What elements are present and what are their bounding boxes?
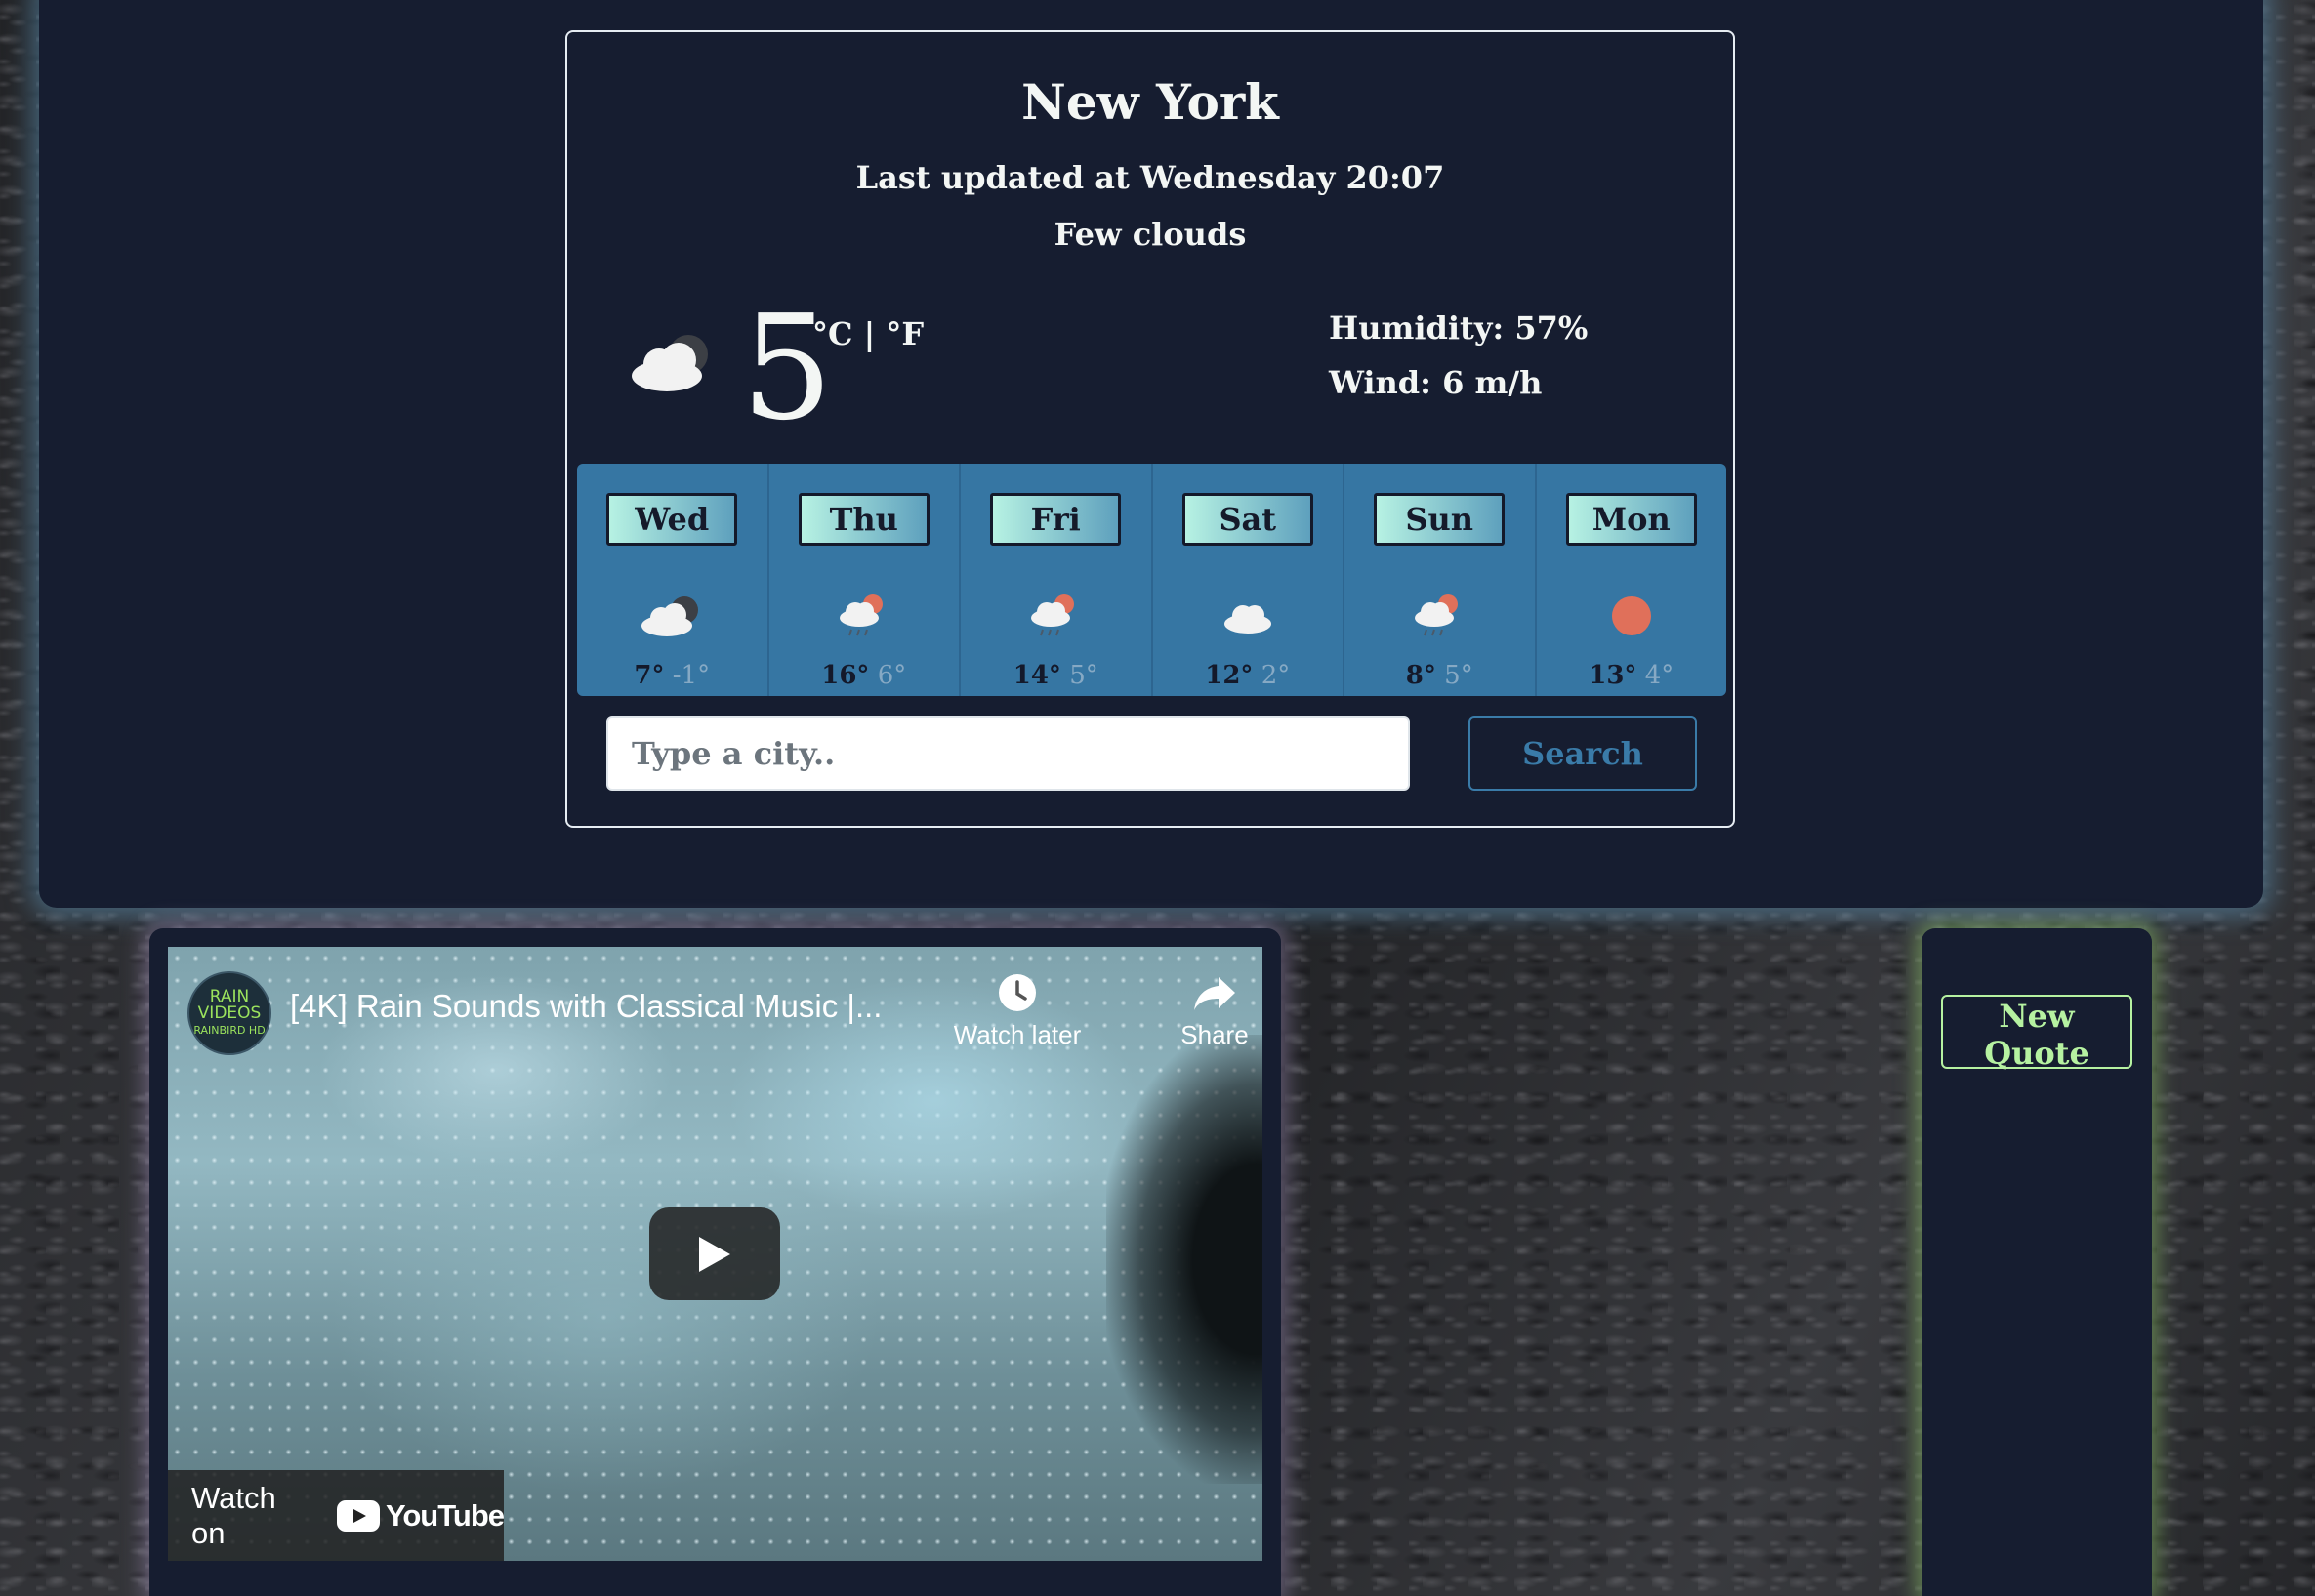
new-quote-button[interactable]: New Quote xyxy=(1941,995,2132,1072)
channel-logo-text: VIDEOS xyxy=(197,1003,262,1023)
cloud-icon xyxy=(1223,605,1271,634)
forecast-max: 12° xyxy=(1205,661,1254,690)
channel-logo-text: RAIN xyxy=(209,986,250,1006)
rain-sun-icon xyxy=(1031,594,1075,636)
forecast-day: Sat 12° 2° xyxy=(1153,464,1344,696)
forecast-temps: 8° 5° xyxy=(1344,661,1535,690)
forecast-day: Thu 16° 6° xyxy=(769,464,961,696)
quote-panel: New Quote xyxy=(1922,928,2152,1596)
forecast-day: Wed 7° -1° xyxy=(577,464,769,696)
forecast-max: 14° xyxy=(1013,661,1061,690)
play-button[interactable] xyxy=(649,1207,780,1300)
humidity: Humidity: 57% xyxy=(1329,309,1589,347)
unit-toggle[interactable]: °C | °F xyxy=(812,315,924,352)
forecast-day-label: Sat xyxy=(1181,493,1313,546)
youtube-play-icon xyxy=(337,1499,380,1532)
forecast-temps: 12° 2° xyxy=(1153,661,1344,690)
forecast-max: 16° xyxy=(821,661,870,690)
channel-logo[interactable]: RAIN VIDEOS RAINBIRD HD xyxy=(187,971,271,1055)
wind: Wind: 6 m/h xyxy=(1329,364,1543,401)
video-frame: RAIN VIDEOS RAINBIRD HD [4K] Rain Sounds… xyxy=(149,928,1281,1596)
rain-sun-icon xyxy=(839,594,883,636)
few-clouds-night-icon xyxy=(632,335,708,391)
forecast-day-label: Fri xyxy=(990,493,1122,546)
forecast-temps: 14° 5° xyxy=(961,661,1151,690)
share-label: Share xyxy=(1180,1020,1249,1049)
city-name: New York xyxy=(1021,73,1279,131)
search-button[interactable]: Search xyxy=(1468,716,1697,791)
youtube-logo: YouTube xyxy=(337,1497,505,1534)
youtube-wordmark: YouTube xyxy=(386,1497,505,1533)
forecast-day: Fri 14° 5° xyxy=(961,464,1153,696)
weather-description: Few clouds xyxy=(1054,216,1247,253)
few-clouds-night-icon xyxy=(641,596,699,636)
last-updated: Last updated at Wednesday 20:07 xyxy=(855,159,1445,196)
forecast-max: 8° xyxy=(1405,661,1436,690)
clock-icon xyxy=(999,974,1036,1011)
forecast-max: 13° xyxy=(1589,661,1637,690)
forecast-min: 6° xyxy=(877,661,907,690)
forecast-min: -1° xyxy=(672,661,711,690)
forecast-temps: 7° -1° xyxy=(577,661,767,690)
forecast-min: 4° xyxy=(1644,661,1674,690)
forecast-strip: Wed 7° -1° Thu 16° 6° Fri 14° 5° Sat 12°… xyxy=(577,464,1726,696)
channel-logo-text: RAINBIRD HD xyxy=(193,1023,266,1037)
forecast-day-label: Mon xyxy=(1565,493,1697,546)
youtube-video-embed[interactable]: RAIN VIDEOS RAINBIRD HD [4K] Rain Sounds… xyxy=(168,947,1262,1561)
forecast-min: 2° xyxy=(1261,661,1291,690)
forecast-day-label: Thu xyxy=(798,493,930,546)
share-icon xyxy=(1194,977,1235,1010)
forecast-temps: 16° 6° xyxy=(769,661,960,690)
city-search-input[interactable] xyxy=(606,716,1410,791)
rain-sun-icon xyxy=(1415,594,1459,636)
play-icon xyxy=(699,1236,730,1272)
share-button[interactable]: Share xyxy=(1171,971,1259,1050)
video-title[interactable]: [4K] Rain Sounds with Classical Music |.… xyxy=(290,988,882,1025)
forecast-min: 5° xyxy=(1069,661,1098,690)
forecast-day-label: Wed xyxy=(606,493,738,546)
forecast-temps: 13° 4° xyxy=(1537,661,1727,690)
watch-later-button[interactable]: Watch later xyxy=(944,971,1091,1050)
forecast-day: Mon 13° 4° xyxy=(1537,464,1727,696)
watch-on-youtube-link[interactable]: Watch on YouTube xyxy=(168,1470,505,1561)
forecast-max: 7° xyxy=(634,661,665,690)
forecast-min: 5° xyxy=(1444,661,1473,690)
forecast-day: Sun 8° 5° xyxy=(1344,464,1537,696)
forecast-day-label: Sun xyxy=(1374,493,1506,546)
watch-on-label: Watch on xyxy=(191,1480,276,1550)
sun-icon xyxy=(1611,596,1651,635)
weather-card: New York Last updated at Wednesday 20:07… xyxy=(565,30,1735,828)
watch-later-label: Watch later xyxy=(953,1020,1082,1049)
